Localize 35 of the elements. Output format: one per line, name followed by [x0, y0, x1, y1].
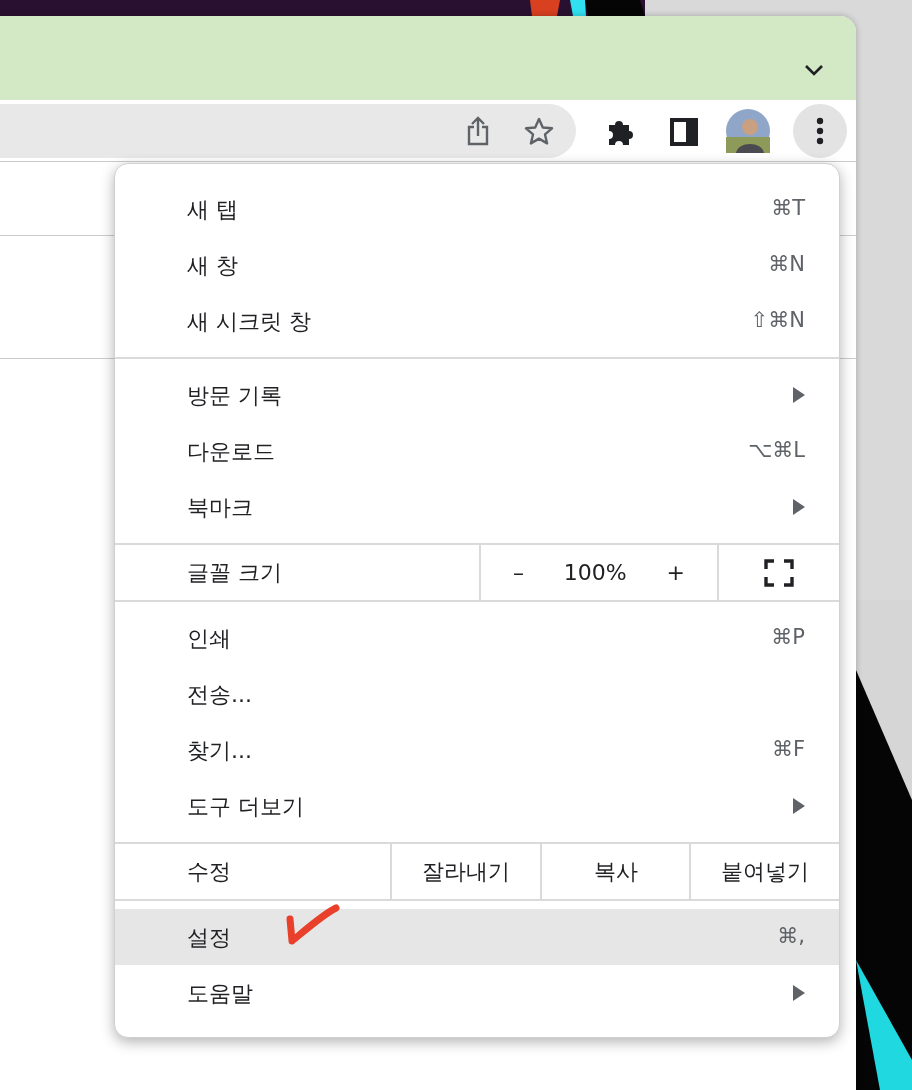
menu-item[interactable]: 도움말	[115, 965, 839, 1021]
zoom-in-button[interactable]: +	[658, 556, 693, 589]
edit-button[interactable]: 복사	[585, 855, 646, 888]
menu-item[interactable]: 다운로드 ⌥⌘L	[115, 423, 839, 479]
menu-item[interactable]: 새 시크릿 창 ⇧⌘N	[115, 293, 839, 349]
menu-item[interactable]: 전송...	[115, 666, 839, 722]
annotation-mark	[284, 903, 342, 945]
menu-item[interactable]: 새 탭 ⌘T	[115, 181, 839, 237]
star-icon[interactable]	[524, 116, 554, 145]
menu-label: 수정	[186, 858, 232, 886]
menu-item[interactable]: 인쇄 ⌘P	[115, 610, 839, 666]
chevron-down-icon[interactable]	[804, 64, 824, 76]
share-icon[interactable]	[466, 115, 490, 146]
shortcut-text: ⇧⌘N	[750, 307, 805, 335]
shortcut-text: ⌘N	[768, 251, 805, 279]
menu-item[interactable]: 찾기... ⌘F	[115, 722, 839, 778]
shortcut-text: ⌥⌘L	[748, 437, 805, 465]
menu-label: 글꼴 크기	[186, 559, 283, 587]
menu-item[interactable]: 도구 더보기	[115, 778, 839, 834]
edit-button[interactable]: 잘라내기	[413, 855, 518, 888]
fullscreen-icon[interactable]	[764, 558, 794, 587]
edit-button[interactable]: 붙여넣기	[713, 855, 818, 888]
menu-button[interactable]	[793, 103, 847, 158]
menu-item[interactable]: 방문 기록	[115, 367, 839, 423]
avatar[interactable]	[726, 108, 770, 153]
shortcut-text: ⌘T	[771, 195, 805, 223]
shortcut-text: ⌘P	[771, 624, 805, 652]
menu-item[interactable]: 북마크	[115, 479, 839, 535]
menu-item[interactable]: 설정 ⌘,	[115, 909, 839, 965]
zoom-out-button[interactable]: –	[505, 556, 532, 589]
more-vert-icon	[816, 116, 824, 145]
shortcut-text: ⌘,	[777, 923, 805, 951]
zoom-level-text: 100%	[563, 559, 627, 587]
menu-item[interactable]: 새 창 ⌘N	[115, 237, 839, 293]
shortcut-text: ⌘F	[771, 736, 805, 764]
